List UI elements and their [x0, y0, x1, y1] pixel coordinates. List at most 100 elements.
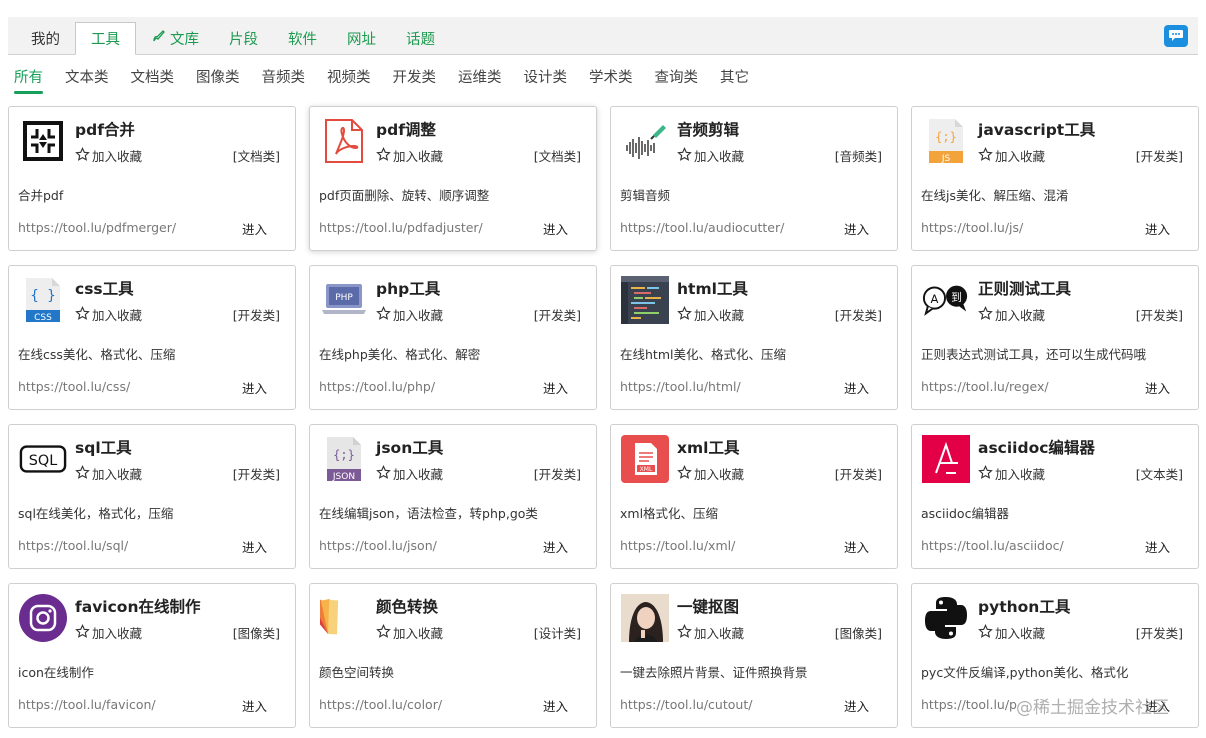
category-tab-other[interactable]: 其它 — [720, 66, 749, 92]
tool-card[interactable]: JS {;} javascript工具 加入收藏 [开发类] 在线js美化、解压缩、混淆 h… — [911, 106, 1199, 251]
category-tab-image[interactable]: 图像类 — [196, 66, 240, 92]
enter-link[interactable]: 进入 — [844, 537, 869, 556]
category-tab-query[interactable]: 查询类 — [655, 66, 699, 92]
add-favorite-button[interactable]: 加入收藏 — [75, 305, 142, 324]
tool-card[interactable]: XML xml工具 加入收藏 [开发类] xml格式化、压缩 https://tool.l… — [610, 424, 898, 569]
tool-card[interactable]: PHP php工具 加入收藏 [开发类] 在线php美化、格式化、解密 https://t… — [309, 265, 597, 410]
add-favorite-button[interactable]: 加入收藏 — [978, 623, 1045, 642]
enter-link[interactable]: 进入 — [242, 696, 267, 715]
add-favorite-button[interactable]: 加入收藏 — [75, 464, 142, 483]
tool-title[interactable]: asciidoc编辑器 — [978, 436, 1095, 458]
tool-card[interactable]: html工具 加入收藏 [开发类] 在线html美化、格式化、压缩 https://to… — [610, 265, 898, 410]
tool-url[interactable]: https://tool.lu/asciidoc/ — [921, 538, 1064, 553]
tool-url[interactable]: https://tool.lu/audiocutter/ — [620, 220, 784, 235]
category-tab-document[interactable]: 文档类 — [131, 66, 175, 92]
chat-button[interactable] — [1164, 25, 1188, 47]
enter-link[interactable]: 进入 — [844, 696, 869, 715]
tool-url[interactable]: https://tool.lu/cutout/ — [620, 697, 752, 712]
tool-url[interactable]: https://tool.lu/css/ — [18, 379, 130, 394]
category-tab-design[interactable]: 设计类 — [524, 66, 568, 92]
tool-title[interactable]: pdf调整 — [376, 118, 436, 140]
tool-url[interactable]: https://tool.lu/p — [921, 697, 1017, 712]
tool-url[interactable]: https://tool.lu/favicon/ — [18, 697, 156, 712]
category-tab-academic[interactable]: 学术类 — [589, 66, 633, 92]
add-favorite-button[interactable]: 加入收藏 — [978, 146, 1045, 165]
tool-url[interactable]: https://tool.lu/js/ — [921, 220, 1023, 235]
category-tab-video[interactable]: 视频类 — [327, 66, 371, 92]
tab-topics[interactable]: 话题 — [391, 22, 450, 54]
tool-title[interactable]: 颜色转换 — [376, 595, 438, 617]
add-favorite-button[interactable]: 加入收藏 — [75, 623, 142, 642]
tool-title[interactable]: 一键抠图 — [677, 595, 739, 617]
tool-title[interactable]: favicon在线制作 — [75, 595, 201, 617]
tool-card[interactable]: A 到正则测试工具 加入收藏 [开发类] 正则表达式测试工具，还可以生成代码哦 https… — [911, 265, 1199, 410]
category-label: [开发类] — [834, 308, 882, 323]
add-favorite-button[interactable]: 加入收藏 — [677, 464, 744, 483]
tool-card[interactable]: 一键抠图 加入收藏 [图像类] 一键去除照片背景、证件照换背景 https://tool… — [610, 583, 898, 728]
category-tab-text[interactable]: 文本类 — [65, 66, 109, 92]
tool-url[interactable]: https://tool.lu/color/ — [319, 697, 442, 712]
tool-url[interactable]: https://tool.lu/sql/ — [18, 538, 128, 553]
tool-title[interactable]: xml工具 — [677, 436, 739, 458]
tool-card[interactable]: favicon在线制作 加入收藏 [图像类] icon在线制作 https://tool… — [8, 583, 296, 728]
enter-link[interactable]: 进入 — [242, 378, 267, 397]
tab-label: 片段 — [229, 31, 258, 48]
enter-link[interactable]: 进入 — [1145, 537, 1170, 556]
add-favorite-button[interactable]: 加入收藏 — [677, 623, 744, 642]
tool-title[interactable]: css工具 — [75, 277, 134, 299]
tool-card[interactable]: pdf调整 加入收藏 [文档类] pdf页面删除、旋转、顺序调整 https://too… — [309, 106, 597, 251]
enter-link[interactable]: 进入 — [844, 219, 869, 238]
tab-urls[interactable]: 网址 — [332, 22, 391, 54]
enter-link[interactable]: 进入 — [543, 219, 568, 238]
tab-software[interactable]: 软件 — [273, 22, 332, 54]
enter-link[interactable]: 进入 — [242, 537, 267, 556]
tool-card[interactable]: asciidoc编辑器 加入收藏 [文本类] asciidoc编辑器 https://t… — [911, 424, 1199, 569]
add-favorite-button[interactable]: 加入收藏 — [978, 464, 1045, 483]
tool-card[interactable]: 颜色转换 加入收藏 [设计类] 颜色空间转换 https://tool.lu/color… — [309, 583, 597, 728]
enter-link[interactable]: 进入 — [242, 219, 267, 238]
tool-title[interactable]: php工具 — [376, 277, 440, 299]
add-favorite-button[interactable]: 加入收藏 — [677, 305, 744, 324]
add-favorite-button[interactable]: 加入收藏 — [677, 146, 744, 165]
enter-link[interactable]: 进入 — [543, 696, 568, 715]
tool-title[interactable]: html工具 — [677, 277, 748, 299]
tool-title[interactable]: sql工具 — [75, 436, 132, 458]
tool-title[interactable]: javascript工具 — [978, 118, 1095, 140]
add-favorite-button[interactable]: 加入收藏 — [376, 464, 443, 483]
tool-url[interactable]: https://tool.lu/pdfadjuster/ — [319, 220, 483, 235]
enter-link[interactable]: 进入 — [543, 537, 568, 556]
add-favorite-button[interactable]: 加入收藏 — [75, 146, 142, 165]
add-favorite-button[interactable]: 加入收藏 — [978, 305, 1045, 324]
tab-library[interactable]: 文库 — [136, 22, 214, 54]
tool-url[interactable]: https://tool.lu/pdfmerger/ — [18, 220, 176, 235]
enter-link[interactable]: 进入 — [543, 378, 568, 397]
tool-url[interactable]: https://tool.lu/xml/ — [620, 538, 735, 553]
tool-url[interactable]: https://tool.lu/php/ — [319, 379, 435, 394]
add-favorite-button[interactable]: 加入收藏 — [376, 305, 443, 324]
add-favorite-button[interactable]: 加入收藏 — [376, 146, 443, 165]
tool-card[interactable]: pdf合并 加入收藏 [文档类] 合并pdf https://tool.lu/pdfme… — [8, 106, 296, 251]
category-tab-dev[interactable]: 开发类 — [393, 66, 437, 92]
category-tab-ops[interactable]: 运维类 — [458, 66, 502, 92]
tool-title[interactable]: json工具 — [376, 436, 443, 458]
enter-link[interactable]: 进入 — [1145, 219, 1170, 238]
category-tab-audio[interactable]: 音频类 — [262, 66, 306, 92]
tool-title[interactable]: 音频剪辑 — [677, 118, 739, 140]
tool-card[interactable]: 音频剪辑 加入收藏 [音频类] 剪辑音频 https://tool.lu/audiocu… — [610, 106, 898, 251]
tab-tools[interactable]: 工具 — [75, 22, 136, 55]
tool-card[interactable]: SQL sql工具 加入收藏 [开发类] sql在线美化，格式化，压缩 https://t… — [8, 424, 296, 569]
tool-card[interactable]: JSON {;} json工具 加入收藏 [开发类] 在线编辑json，语法检查，转php… — [309, 424, 597, 569]
tab-mine[interactable]: 我的 — [16, 22, 75, 54]
tool-title[interactable]: pdf合并 — [75, 118, 135, 140]
category-tab-all[interactable]: 所有 — [14, 66, 43, 94]
tool-url[interactable]: https://tool.lu/html/ — [620, 379, 741, 394]
tool-url[interactable]: https://tool.lu/regex/ — [921, 379, 1049, 394]
tool-url[interactable]: https://tool.lu/json/ — [319, 538, 437, 553]
enter-link[interactable]: 进入 — [844, 378, 869, 397]
add-favorite-button[interactable]: 加入收藏 — [376, 623, 443, 642]
tab-snippets[interactable]: 片段 — [214, 22, 273, 54]
tool-card[interactable]: CSS { } css工具 加入收藏 [开发类] 在线css美化、格式化、压缩 https:… — [8, 265, 296, 410]
tool-title[interactable]: python工具 — [978, 595, 1070, 617]
enter-link[interactable]: 进入 — [1145, 378, 1170, 397]
tool-title[interactable]: 正则测试工具 — [978, 277, 1071, 299]
